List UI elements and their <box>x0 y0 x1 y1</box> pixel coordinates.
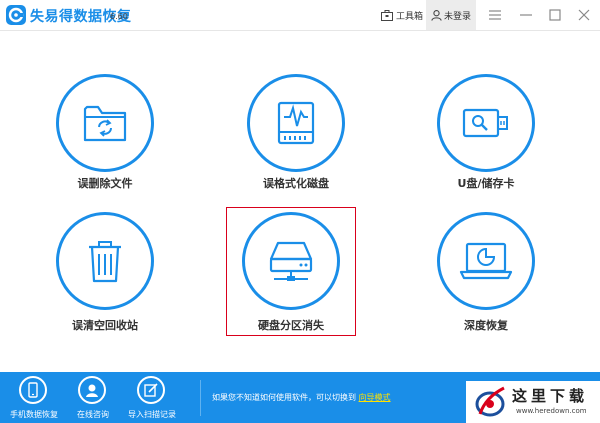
import-scan-record-button[interactable]: 导入扫描记录 <box>122 376 182 423</box>
app-logo-icon <box>6 5 26 25</box>
tile-circle <box>437 74 535 172</box>
title-bar: 失易得数据恢复 6.60 工具箱 未登录 <box>0 0 600 31</box>
tile-empty-recycle-bin[interactable]: 误清空回收站 <box>35 212 175 362</box>
bottom-divider <box>200 380 201 416</box>
disk-waveform-icon <box>277 101 315 145</box>
maximize-icon <box>549 9 561 21</box>
toolbox-button[interactable]: 工具箱 <box>381 4 423 26</box>
tile-circle <box>242 212 340 310</box>
guide-hint: 如果您不知道如何使用软件，可以切换到 向导模式 <box>212 392 391 403</box>
folder-recycle-icon <box>83 105 127 142</box>
close-icon <box>578 9 590 21</box>
watermark-logo-icon <box>475 386 505 417</box>
tile-circle <box>56 74 154 172</box>
guide-mode-link[interactable]: 向导模式 <box>359 393 391 402</box>
tile-circle <box>247 74 345 172</box>
tile-deleted-files[interactable]: 误删除文件 <box>35 70 175 220</box>
tile-lost-partition[interactable]: 硬盘分区消失 <box>221 212 361 362</box>
login-button[interactable]: 未登录 <box>426 0 476 30</box>
import-edit-icon <box>137 376 165 404</box>
menu-icon <box>489 10 501 20</box>
user-icon <box>431 9 442 21</box>
app-version: 6.60 <box>110 12 128 21</box>
tile-label: 误清空回收站 <box>72 319 138 332</box>
tile-label: 硬盘分区消失 <box>258 319 324 332</box>
user-support-icon <box>78 376 106 404</box>
laptop-scan-icon <box>459 242 513 280</box>
phone-recovery-button[interactable]: 手机数据恢复 <box>4 376 64 423</box>
recycle-bin-icon <box>89 241 121 283</box>
online-support-button[interactable]: 在线咨询 <box>63 376 123 423</box>
toolbox-label: 工具箱 <box>396 11 424 22</box>
watermark-text: 这里下载 <box>512 387 589 405</box>
watermark-url: www.heredown.com <box>516 407 587 415</box>
tile-label: 误格式化磁盘 <box>263 177 329 190</box>
tile-circle <box>437 212 535 310</box>
maximize-button[interactable] <box>547 7 563 23</box>
toolbox-icon <box>381 9 393 21</box>
tile-formatted-disk[interactable]: 误格式化磁盘 <box>226 70 366 220</box>
import-scan-record-label: 导入扫描记录 <box>128 410 176 419</box>
tile-label: 深度恢复 <box>464 319 508 332</box>
login-label: 未登录 <box>443 11 471 22</box>
tile-label: 误删除文件 <box>77 177 133 190</box>
tile-label: U盘/储存卡 <box>457 177 515 190</box>
tile-usb-card[interactable]: U盘/储存卡 <box>416 70 556 220</box>
menu-button[interactable] <box>487 7 503 23</box>
close-button[interactable] <box>576 7 592 23</box>
usb-drive-icon <box>462 108 508 138</box>
hard-drive-network-icon <box>269 241 313 281</box>
guide-hint-text: 如果您不知道如何使用软件，可以切换到 <box>212 393 356 402</box>
phone-icon <box>19 376 47 404</box>
minimize-button[interactable] <box>518 7 534 23</box>
watermark: 这里下载 www.heredown.com <box>466 381 600 423</box>
tile-deep-recovery[interactable]: 深度恢复 <box>416 212 556 362</box>
tile-circle <box>56 212 154 310</box>
minimize-icon <box>520 14 532 16</box>
